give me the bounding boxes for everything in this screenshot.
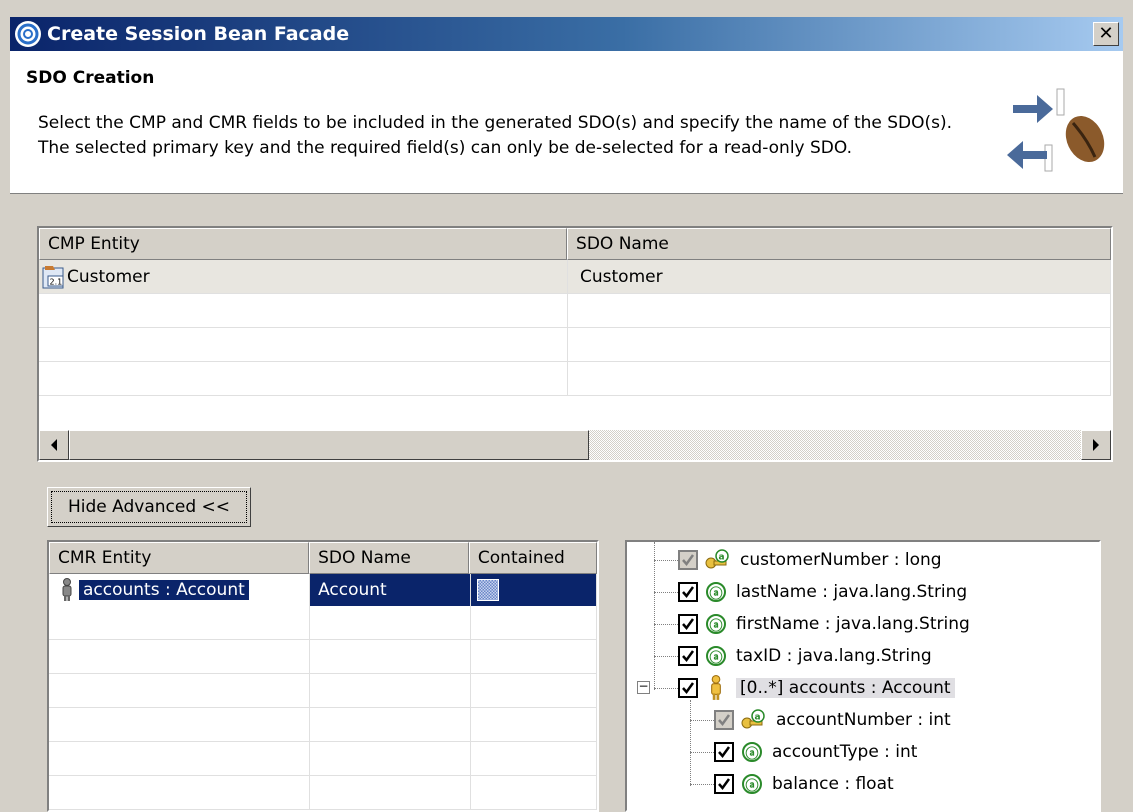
column-header-sdo-name[interactable]: SDO Name	[567, 228, 1111, 260]
wizard-bean-icon	[1007, 88, 1105, 172]
close-icon: ✕	[1098, 23, 1114, 44]
cmp-entity-table: CMP Entity SDO Name 2.1 Customer Custome…	[37, 226, 1113, 462]
checkmark-icon	[718, 778, 731, 791]
field-checkbox[interactable]	[714, 742, 734, 762]
column-header-cmr-entity[interactable]: CMR Entity	[49, 542, 310, 574]
tree-item-tax-id[interactable]: ⓐ taxID : java.lang.String	[678, 641, 932, 671]
field-label: lastName : java.lang.String	[736, 582, 968, 602]
scroll-thumb[interactable]	[69, 430, 589, 460]
field-checkbox	[714, 710, 734, 730]
field-label: customerNumber : long	[740, 550, 942, 570]
field-checkbox	[678, 550, 698, 570]
table-row	[39, 294, 1111, 328]
svg-text:2.1: 2.1	[50, 278, 63, 287]
cmr-table-header: CMR Entity SDO Name Contained	[49, 542, 597, 574]
attribute-icon: ⓐ	[706, 646, 726, 666]
field-label: accountType : int	[772, 742, 918, 762]
checkmark-icon	[718, 746, 731, 759]
checkmark-icon	[682, 618, 695, 631]
arrow-left-icon	[51, 439, 57, 451]
horizontal-scrollbar[interactable]	[39, 430, 1111, 460]
relationship-icon	[711, 675, 721, 700]
table-row	[49, 674, 597, 708]
collapse-toggle[interactable]: −	[637, 680, 650, 694]
cmp-entity-name: Customer	[67, 267, 150, 287]
tree-item-last-name[interactable]: ⓐ lastName : java.lang.String	[678, 577, 967, 607]
column-header-cmp-entity[interactable]: CMP Entity	[39, 228, 568, 260]
tree-item-accounts[interactable]: [0..*] accounts : Account	[678, 673, 955, 703]
table-row[interactable]: 2.1 Customer Customer	[39, 260, 1111, 294]
field-checkbox[interactable]	[714, 774, 734, 794]
column-header-sdo-name[interactable]: SDO Name	[309, 542, 469, 574]
key-attribute-icon: a	[705, 549, 729, 569]
table-row	[39, 328, 1111, 362]
attribute-icon: ⓐ	[742, 774, 762, 794]
field-checkbox[interactable]	[678, 582, 698, 602]
column-header-contained[interactable]: Contained	[468, 542, 597, 574]
checkmark-icon	[682, 554, 695, 567]
field-label: balance : float	[772, 774, 894, 794]
tree-item-first-name[interactable]: ⓐ firstName : java.lang.String	[678, 609, 970, 639]
cmr-entity-table: CMR Entity SDO Name Contained accounts :…	[47, 540, 599, 812]
table-row	[49, 742, 597, 776]
scroll-track[interactable]	[69, 430, 1081, 460]
field-checkbox[interactable]	[678, 646, 698, 666]
table-row	[49, 708, 597, 742]
field-checkbox[interactable]	[678, 678, 698, 698]
page-title: SDO Creation	[26, 68, 155, 88]
checkmark-icon	[682, 650, 695, 663]
cmr-sdo-name[interactable]: Account	[318, 580, 387, 600]
field-label: firstName : java.lang.String	[736, 614, 970, 634]
contained-checkbox[interactable]	[476, 579, 499, 601]
field-label: [0..*] accounts : Account	[736, 678, 955, 698]
key-attribute-icon: a	[741, 709, 765, 729]
checkmark-icon	[682, 682, 695, 695]
title-bar: Create Session Bean Facade ✕	[10, 17, 1123, 51]
cmp-table-header: CMP Entity SDO Name	[39, 228, 1111, 260]
table-row[interactable]: accounts : Account Account	[49, 574, 597, 606]
scroll-left-button[interactable]	[39, 430, 69, 460]
arrow-right-icon	[1093, 439, 1099, 451]
sdo-fields-tree: − a customerNumber : long ⓐ lastName : j…	[625, 540, 1101, 812]
window-title: Create Session Bean Facade	[47, 23, 350, 45]
table-row	[49, 640, 597, 674]
relationship-person-icon	[62, 578, 72, 601]
attribute-icon: ⓐ	[706, 614, 726, 634]
hide-advanced-button[interactable]: Hide Advanced <<	[47, 487, 251, 527]
tree-item-balance[interactable]: ⓐ balance : float	[714, 769, 894, 799]
cmp-sdo-name[interactable]: Customer	[580, 267, 663, 287]
field-label: accountNumber : int	[776, 710, 951, 730]
close-button[interactable]: ✕	[1093, 22, 1119, 46]
wizard-header: SDO Creation Select the CMP and CMR fiel…	[10, 51, 1123, 194]
cmr-entity-name: accounts : Account	[78, 579, 250, 601]
table-row	[49, 606, 597, 640]
attribute-icon: ⓐ	[742, 742, 762, 762]
app-icon	[15, 21, 41, 47]
svg-text:a: a	[755, 713, 761, 723]
page-description: Select the CMP and CMR fields to be incl…	[38, 113, 953, 158]
checkmark-icon	[682, 586, 695, 599]
cmp-bean-icon: 2.1	[42, 266, 64, 289]
tree-item-account-type[interactable]: ⓐ accountType : int	[714, 737, 917, 767]
field-checkbox[interactable]	[678, 614, 698, 634]
table-row	[39, 362, 1111, 396]
table-row	[49, 776, 597, 810]
scroll-right-button[interactable]	[1081, 430, 1111, 460]
tree-item-account-number[interactable]: a accountNumber : int	[714, 705, 951, 735]
field-label: taxID : java.lang.String	[736, 646, 932, 666]
attribute-icon: ⓐ	[706, 582, 726, 602]
checkmark-icon	[718, 714, 731, 727]
svg-text:a: a	[719, 553, 725, 563]
tree-item-customer-number[interactable]: a customerNumber : long	[678, 545, 942, 575]
